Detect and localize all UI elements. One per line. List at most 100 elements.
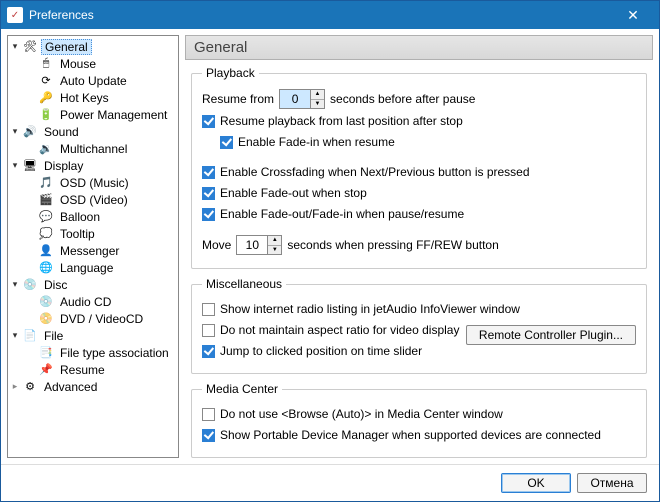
spin-up[interactable]: ▲ xyxy=(268,236,281,246)
tree-label: OSD (Music) xyxy=(60,176,129,190)
tree-item-disc[interactable]: 💿 Disc xyxy=(8,276,178,293)
move-input[interactable] xyxy=(236,235,268,255)
tree-item-tooltip[interactable]: 💭 Tooltip xyxy=(8,225,178,242)
mouse-icon: 🖱 xyxy=(38,56,54,72)
tooltip-icon: 💭 xyxy=(38,226,54,242)
key-icon: 🔑 xyxy=(38,90,54,106)
nobrowse-row[interactable]: Do not use <Browse (Auto)> in Media Cent… xyxy=(202,405,636,423)
display-icon: 🖥 xyxy=(22,158,38,174)
tree-item-power[interactable]: 🔋 Power Management xyxy=(8,106,178,123)
tree-label: Mouse xyxy=(60,57,96,71)
panel-header: General xyxy=(185,35,653,60)
disc-icon: 💿 xyxy=(22,277,38,293)
tree-item-messenger[interactable]: 👤 Messenger xyxy=(8,242,178,259)
tree-label: Disc xyxy=(44,278,67,292)
tree-item-balloon[interactable]: 💬 Balloon xyxy=(8,208,178,225)
resume-last-row[interactable]: Resume playback from last position after… xyxy=(202,112,636,130)
tree-item-autoupdate[interactable]: ⟳ Auto Update xyxy=(8,72,178,89)
tree-label: Sound xyxy=(44,125,79,139)
media-legend: Media Center xyxy=(202,382,282,396)
portable-row[interactable]: Show Portable Device Manager when suppor… xyxy=(202,426,636,444)
update-icon: ⟳ xyxy=(38,73,54,89)
multichannel-icon: 🔉 xyxy=(38,141,54,157)
window-title: Preferences xyxy=(29,8,613,22)
tree-item-dvd[interactable]: 📀 DVD / VideoCD xyxy=(8,310,178,327)
resume-last-label: Resume playback from last position after… xyxy=(220,114,463,128)
misc-group: Miscellaneous Show internet radio listin… xyxy=(191,277,647,374)
radio-check[interactable] xyxy=(202,303,215,316)
tree-label: Hot Keys xyxy=(60,91,109,105)
assoc-icon: 📑 xyxy=(38,345,54,361)
fadein-check[interactable] xyxy=(220,136,233,149)
expand-icon[interactable] xyxy=(8,330,22,341)
advanced-icon: ⚙ xyxy=(22,379,38,395)
nav-tree[interactable]: 🛠 General 🖱 Mouse ⟳ Auto Update 🔑 Hot Ke… xyxy=(7,35,179,458)
move-pre: Move xyxy=(202,238,231,252)
tree-item-sound[interactable]: 🔊 Sound xyxy=(8,123,178,140)
fadeout-stop-label: Enable Fade-out when stop xyxy=(220,186,367,200)
tree-item-display[interactable]: 🖥 Display xyxy=(8,157,178,174)
tree-item-osd-music[interactable]: 🎵 OSD (Music) xyxy=(8,174,178,191)
remote-plugin-button[interactable]: Remote Controller Plugin... xyxy=(466,325,636,345)
expand-icon[interactable] xyxy=(8,381,22,392)
tree-label: Multichannel xyxy=(60,142,127,156)
resume-from-spinner[interactable]: ▲▼ xyxy=(279,89,325,109)
fade-pause-check[interactable] xyxy=(202,208,215,221)
crossfade-check[interactable] xyxy=(202,166,215,179)
tree-item-multichannel[interactable]: 🔉 Multichannel xyxy=(8,140,178,157)
tree-item-audiocd[interactable]: 💿 Audio CD xyxy=(8,293,178,310)
radio-row[interactable]: Show internet radio listing in jetAudio … xyxy=(202,300,636,318)
tree-label: Advanced xyxy=(44,380,97,394)
spin-up[interactable]: ▲ xyxy=(311,90,324,100)
tree-item-mouse[interactable]: 🖱 Mouse xyxy=(8,55,178,72)
fade-pause-row[interactable]: Enable Fade-out/Fade-in when pause/resum… xyxy=(202,205,636,223)
tree-item-osd-video[interactable]: 🎬 OSD (Video) xyxy=(8,191,178,208)
tree-label: Power Management xyxy=(60,108,167,122)
tree-item-file[interactable]: 📄 File xyxy=(8,327,178,344)
nobrowse-check[interactable] xyxy=(202,408,215,421)
aspect-check[interactable] xyxy=(202,324,215,337)
spin-down[interactable]: ▼ xyxy=(311,100,324,109)
tree-item-language[interactable]: 🌐 Language xyxy=(8,259,178,276)
main-panel: General Playback Resume from ▲▼ seconds … xyxy=(185,35,653,458)
expand-icon[interactable] xyxy=(8,41,22,52)
tree-label: Tooltip xyxy=(60,227,95,241)
jump-check[interactable] xyxy=(202,345,215,358)
fadeout-stop-row[interactable]: Enable Fade-out when stop xyxy=(202,184,636,202)
tree-item-resume[interactable]: 📌 Resume xyxy=(8,361,178,378)
crossfade-row[interactable]: Enable Crossfading when Next/Previous bu… xyxy=(202,163,636,181)
portable-check[interactable] xyxy=(202,429,215,442)
tree-label: General xyxy=(45,40,88,54)
expand-icon[interactable] xyxy=(8,126,22,137)
close-button[interactable]: ✕ xyxy=(613,1,653,29)
cancel-button[interactable]: Отмена xyxy=(577,473,647,493)
expand-icon[interactable] xyxy=(8,160,22,171)
spin-down[interactable]: ▼ xyxy=(268,246,281,255)
balloon-icon: 💬 xyxy=(38,209,54,225)
fade-pause-label: Enable Fade-out/Fade-in when pause/resum… xyxy=(220,207,464,221)
resume-from-pre: Resume from xyxy=(202,92,274,106)
tree-item-hotkeys[interactable]: 🔑 Hot Keys xyxy=(8,89,178,106)
tree-label: Messenger xyxy=(60,244,119,258)
tree-item-file-assoc[interactable]: 📑 File type association xyxy=(8,344,178,361)
titlebar: ✓ Preferences ✕ xyxy=(1,1,659,29)
resume-from-input[interactable] xyxy=(279,89,311,109)
ok-button[interactable]: OK xyxy=(501,473,571,493)
expand-icon[interactable] xyxy=(8,279,22,290)
tree-item-general[interactable]: 🛠 General xyxy=(8,38,178,55)
fadein-row[interactable]: Enable Fade-in when resume xyxy=(220,133,636,151)
file-icon: 📄 xyxy=(22,328,38,344)
resume-last-check[interactable] xyxy=(202,115,215,128)
power-icon: 🔋 xyxy=(38,107,54,123)
tree-label: Display xyxy=(44,159,83,173)
jump-label: Jump to clicked position on time slider xyxy=(220,344,422,358)
dvd-icon: 📀 xyxy=(38,311,54,327)
tree-label: File type association xyxy=(60,346,169,360)
tree-label: Balloon xyxy=(60,210,100,224)
fadeout-stop-check[interactable] xyxy=(202,187,215,200)
tree-label: Resume xyxy=(60,363,105,377)
app-icon: ✓ xyxy=(7,7,23,23)
tree-item-advanced[interactable]: ⚙ Advanced xyxy=(8,378,178,395)
media-group: Media Center Do not use <Browse (Auto)> … xyxy=(191,382,647,458)
move-spinner[interactable]: ▲▼ xyxy=(236,235,282,255)
